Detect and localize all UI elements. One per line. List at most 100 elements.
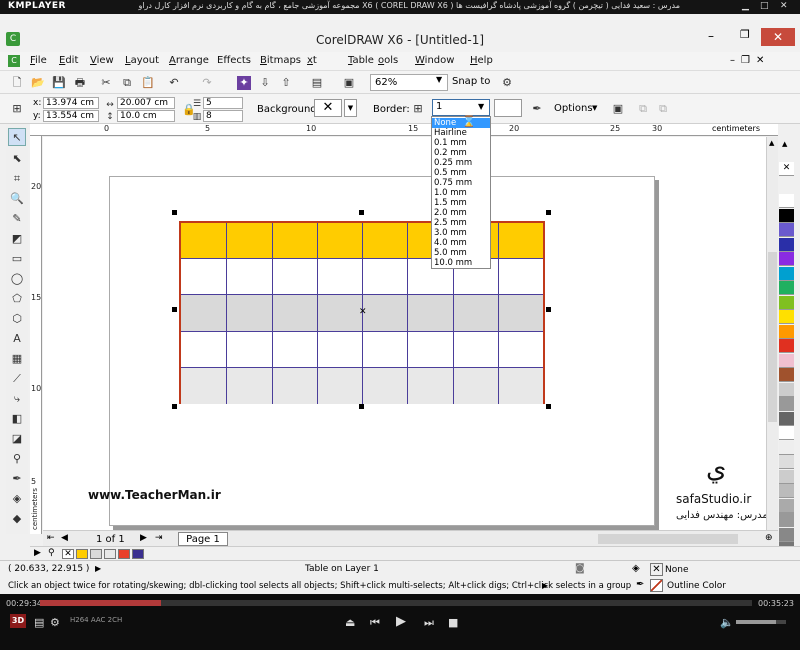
menu-text[interactable]: xt (307, 55, 317, 66)
selection-handle[interactable] (172, 210, 177, 215)
menu-arrange[interactable]: Arrange (169, 55, 209, 66)
export-icon[interactable]: ⇧ (279, 76, 293, 90)
settings-icon[interactable]: ⚙ (50, 616, 60, 629)
fill-tool-icon[interactable]: ◈ (8, 490, 26, 508)
vertical-ruler[interactable]: 20 15 10 5 centimeters (30, 136, 42, 534)
connector-tool-icon[interactable]: ⤷ (8, 390, 26, 408)
play-icon[interactable]: ▶ (396, 614, 406, 629)
text-tool-icon[interactable]: A (8, 330, 26, 348)
page-tab[interactable]: Page 1 (178, 532, 228, 546)
document-color-swatch[interactable] (76, 549, 88, 559)
3d-badge[interactable]: 3D (10, 614, 26, 628)
color-swatch[interactable] (779, 281, 794, 295)
print-icon[interactable]: 🖶 (73, 76, 87, 90)
vertical-scroll-thumb[interactable] (768, 252, 777, 422)
next-page-icon[interactable]: ▶ (140, 533, 147, 543)
interactive-fill-icon[interactable]: ◆ (8, 510, 26, 528)
border-width-option[interactable]: 2.5 mm (432, 218, 490, 228)
polygon-tool-icon[interactable]: ⬠ (8, 290, 26, 308)
color-swatch[interactable] (779, 513, 794, 527)
eyedropper-icon[interactable]: ⚲ (8, 450, 26, 468)
chevron-down-icon[interactable]: ▼ (592, 104, 597, 112)
transparency-tool-icon[interactable]: ◪ (8, 430, 26, 448)
color-swatch[interactable] (779, 237, 794, 252)
freehand-tool-icon[interactable]: ✎ (8, 210, 26, 228)
color-swatch[interactable] (779, 223, 794, 237)
previous-icon[interactable]: ⏮ (370, 616, 380, 630)
menu-bitmaps[interactable]: Bitmaps (260, 55, 301, 66)
color-swatch[interactable] (779, 440, 794, 455)
open-icon[interactable]: 📂 (31, 76, 45, 90)
seek-bar[interactable] (40, 600, 752, 606)
selection-handle[interactable] (546, 404, 551, 409)
color-swatch[interactable] (779, 368, 794, 382)
scroll-up-icon[interactable]: ▲ (769, 139, 774, 147)
zoom-tool-icon[interactable]: 🔍 (8, 190, 26, 208)
crop-tool-icon[interactable]: ⌗ (8, 170, 26, 188)
border-width-option[interactable]: 10.0 mm (432, 258, 490, 268)
object-origin-icon[interactable]: ⊞ (10, 102, 24, 116)
color-swatch[interactable] (779, 411, 794, 426)
vertical-scrollbar[interactable]: ▲ (766, 137, 778, 533)
save-icon[interactable]: 💾 (52, 76, 66, 90)
y-position-field[interactable]: 13.554 cm (43, 110, 99, 122)
border-width-option[interactable]: 3.0 mm (432, 228, 490, 238)
player-minimize-icon[interactable]: ▁ (742, 1, 749, 11)
border-width-option[interactable]: 1.0 mm (432, 188, 490, 198)
border-color-picker[interactable] (494, 99, 522, 117)
border-sides-icon[interactable]: ⊞ (411, 102, 425, 116)
palette-scroll-up-icon[interactable]: ▲ (782, 140, 787, 148)
selection-handle[interactable] (546, 307, 551, 312)
import-icon[interactable]: ⇩ (258, 76, 272, 90)
border-width-option[interactable]: 0.5 mm (432, 168, 490, 178)
border-width-option[interactable]: 0.2 mm (432, 148, 490, 158)
color-swatch[interactable] (779, 426, 794, 440)
border-width-option[interactable]: 4.0 mm (432, 238, 490, 248)
stop-icon[interactable]: ■ (448, 616, 458, 629)
border-width-option[interactable]: Hairline (432, 128, 490, 138)
close-icon[interactable]: ✕ (761, 28, 795, 46)
border-width-option[interactable]: 2.0 mm (432, 208, 490, 218)
document-color-swatch[interactable] (118, 549, 130, 559)
color-swatch[interactable] (779, 295, 794, 310)
outline-pen-icon[interactable]: ✒ (530, 102, 544, 116)
color-swatch[interactable] (779, 339, 794, 353)
width-field[interactable]: 20.007 cm (117, 97, 175, 109)
basic-shapes-icon[interactable]: ⬡ (8, 310, 26, 328)
chevron-down-icon[interactable]: ▼ (478, 102, 484, 111)
no-color-swatch[interactable]: ✕ (62, 549, 74, 559)
border-width-option[interactable]: 5.0 mm (432, 248, 490, 258)
copy-icon[interactable]: ⧉ (120, 76, 134, 90)
document-color-swatch[interactable] (104, 549, 116, 559)
x-position-field[interactable]: 13.974 cm (43, 97, 99, 109)
navigator-icon[interactable]: ⊕ (765, 533, 773, 543)
volume-slider[interactable] (736, 620, 786, 624)
shape-tool-icon[interactable]: ⬉ (8, 150, 26, 168)
color-swatch[interactable] (779, 194, 794, 208)
document-color-swatch[interactable] (90, 549, 102, 559)
menu-file[interactable]: File (30, 55, 47, 66)
smart-fill-icon[interactable]: ◩ (8, 230, 26, 248)
minimize-icon[interactable]: – (708, 29, 714, 43)
last-page-icon[interactable]: ⇥ (155, 533, 163, 543)
rectangle-tool-icon[interactable]: ▭ (8, 250, 26, 268)
options-button[interactable]: Options (554, 103, 593, 114)
playlist-icon[interactable]: ▤ (34, 616, 44, 629)
background-color-picker[interactable]: ✕ (314, 99, 342, 117)
color-swatch[interactable] (779, 527, 794, 542)
document-color-swatch[interactable] (132, 549, 144, 559)
fill-swatch[interactable]: ✕ (650, 563, 663, 576)
selection-handle[interactable] (546, 210, 551, 215)
dimension-tool-icon[interactable]: ⟋ (8, 370, 26, 388)
color-swatch[interactable] (779, 208, 794, 223)
welcome-screen-icon[interactable]: ▣ (342, 76, 356, 90)
undo-icon[interactable]: ↶ (167, 76, 181, 90)
paste-icon[interactable]: 📋 (141, 76, 155, 90)
color-swatch[interactable] (779, 252, 794, 266)
selection-handle[interactable] (359, 210, 364, 215)
snap-to-button[interactable]: Snap to (452, 76, 490, 87)
break-apart-icon[interactable]: ⧉ (656, 102, 670, 116)
eject-icon[interactable]: ⏏ (345, 616, 355, 629)
border-width-option[interactable]: None (432, 118, 490, 128)
restore-icon[interactable]: ❐ (740, 28, 750, 41)
